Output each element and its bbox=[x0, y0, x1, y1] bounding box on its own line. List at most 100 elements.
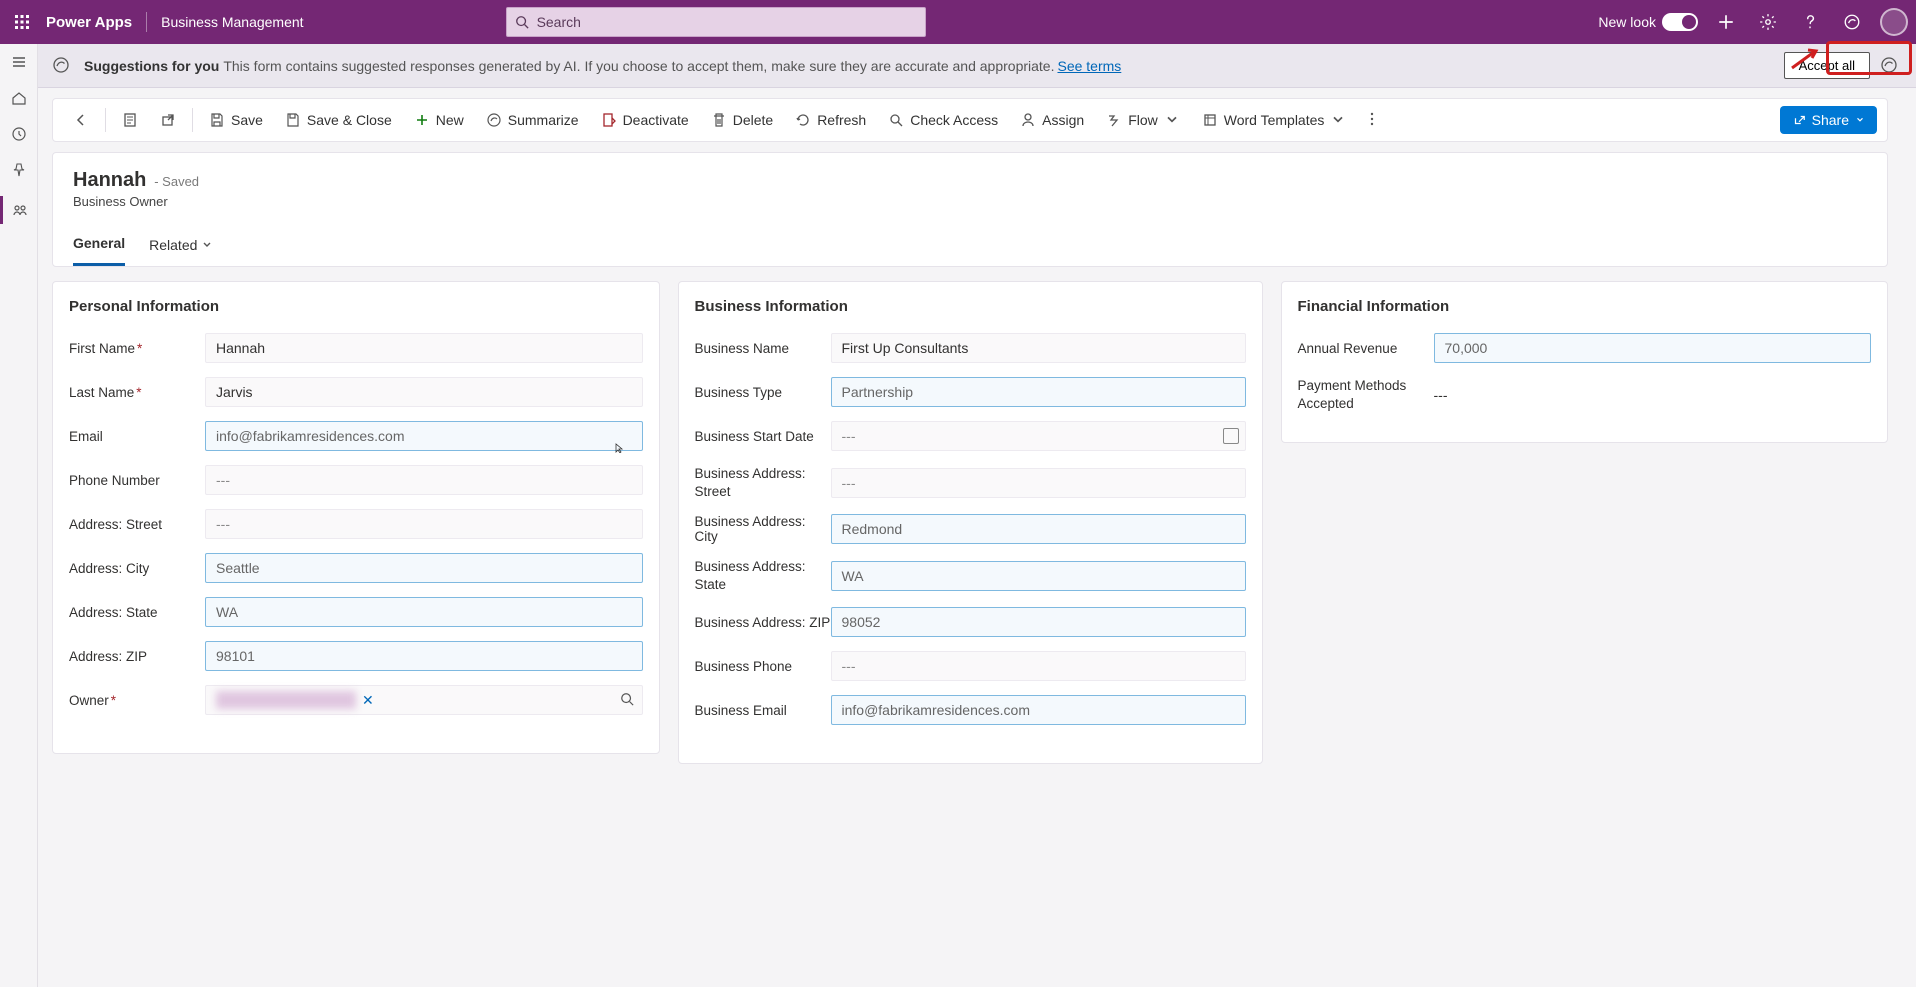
biz-state-label: Business Address: State bbox=[695, 558, 831, 593]
top-app-bar: Power Apps Business Management Search Ne… bbox=[0, 0, 1916, 44]
new-look-label: New look bbox=[1598, 14, 1656, 30]
back-button[interactable] bbox=[63, 106, 99, 134]
revenue-field[interactable]: 70,000 bbox=[1434, 333, 1872, 363]
help-icon[interactable] bbox=[1796, 8, 1824, 36]
chevron-down-icon bbox=[1855, 115, 1865, 125]
record-header: Hannah - Saved Business Owner General Re… bbox=[52, 152, 1888, 267]
biz-street-field[interactable]: --- bbox=[831, 468, 1246, 498]
owner-label: Owner* bbox=[69, 693, 205, 708]
chevron-down-icon bbox=[1164, 112, 1180, 128]
suggestions-heading: Suggestions for you bbox=[84, 58, 219, 74]
personal-heading: Personal Information bbox=[69, 298, 643, 315]
biz-name-label: Business Name bbox=[695, 341, 831, 356]
delete-button[interactable]: Delete bbox=[701, 106, 783, 134]
app-launcher-icon[interactable] bbox=[8, 8, 36, 36]
global-search-input[interactable]: Search bbox=[506, 7, 926, 37]
pin-icon[interactable] bbox=[9, 160, 29, 180]
biz-start-field[interactable]: --- bbox=[831, 421, 1246, 451]
lookup-search-icon[interactable] bbox=[620, 692, 634, 709]
zip-field[interactable]: 98101 bbox=[205, 641, 643, 671]
suggestions-body: This form contains suggested responses g… bbox=[223, 58, 1054, 74]
deactivate-label: Deactivate bbox=[623, 112, 689, 128]
copilot-side-icon[interactable] bbox=[1880, 56, 1900, 76]
last-name-field[interactable]: Jarvis bbox=[205, 377, 643, 407]
open-new-window-button[interactable] bbox=[150, 106, 186, 134]
biz-state-field[interactable]: WA bbox=[831, 561, 1246, 591]
check-access-button[interactable]: Check Access bbox=[878, 106, 1008, 134]
save-close-button[interactable]: Save & Close bbox=[275, 106, 402, 134]
home-icon[interactable] bbox=[9, 88, 29, 108]
user-avatar[interactable] bbox=[1880, 8, 1908, 36]
search-placeholder: Search bbox=[537, 14, 581, 30]
state-field[interactable]: WA bbox=[205, 597, 643, 627]
biz-email-label: Business Email bbox=[695, 703, 831, 718]
financial-heading: Financial Information bbox=[1298, 298, 1872, 315]
flow-button[interactable]: Flow bbox=[1096, 106, 1190, 134]
street-field[interactable]: --- bbox=[205, 509, 643, 539]
biz-start-label: Business Start Date bbox=[695, 429, 831, 444]
app-sub-name: Business Management bbox=[161, 14, 303, 30]
flow-label: Flow bbox=[1128, 112, 1158, 128]
payment-value[interactable]: --- bbox=[1434, 387, 1872, 403]
email-label: Email bbox=[69, 429, 205, 444]
hamburger-icon[interactable] bbox=[9, 52, 29, 72]
share-button[interactable]: Share bbox=[1780, 106, 1877, 134]
save-close-label: Save & Close bbox=[307, 112, 392, 128]
form-selector-button[interactable] bbox=[112, 106, 148, 134]
command-bar: Save Save & Close New Summarize Deactiva… bbox=[52, 98, 1888, 142]
street-label: Address: Street bbox=[69, 517, 205, 532]
accept-all-button[interactable]: Accept all bbox=[1784, 52, 1870, 79]
gear-icon[interactable] bbox=[1754, 8, 1782, 36]
refresh-button[interactable]: Refresh bbox=[785, 106, 876, 134]
word-templates-button[interactable]: Word Templates bbox=[1192, 106, 1357, 134]
new-look-toggle[interactable]: New look bbox=[1598, 13, 1698, 31]
app-separator bbox=[146, 12, 147, 32]
summarize-label: Summarize bbox=[508, 112, 579, 128]
clock-icon[interactable] bbox=[9, 124, 29, 144]
delete-label: Delete bbox=[733, 112, 773, 128]
see-terms-link[interactable]: See terms bbox=[1057, 58, 1121, 74]
save-label: Save bbox=[231, 112, 263, 128]
new-button[interactable]: New bbox=[404, 106, 474, 134]
biz-phone-label: Business Phone bbox=[695, 659, 831, 674]
plus-icon[interactable] bbox=[1712, 8, 1740, 36]
record-title: Hannah bbox=[73, 169, 146, 192]
biz-phone-field[interactable]: --- bbox=[831, 651, 1246, 681]
tab-related[interactable]: Related bbox=[149, 227, 213, 266]
assign-label: Assign bbox=[1042, 112, 1084, 128]
deactivate-button[interactable]: Deactivate bbox=[591, 106, 699, 134]
email-field[interactable]: info@fabrikamresidences.com bbox=[205, 421, 643, 451]
copilot-icon[interactable] bbox=[1838, 8, 1866, 36]
calendar-icon[interactable] bbox=[1223, 428, 1239, 444]
biz-street-label: Business Address: Street bbox=[695, 465, 831, 500]
chevron-down-icon bbox=[1330, 112, 1346, 128]
record-subtitle: Business Owner bbox=[73, 194, 1867, 209]
check-access-label: Check Access bbox=[910, 112, 998, 128]
first-name-label: First Name* bbox=[69, 341, 205, 356]
more-commands-button[interactable] bbox=[1358, 105, 1386, 136]
save-button[interactable]: Save bbox=[199, 106, 273, 134]
remove-owner-icon[interactable]: ✕ bbox=[362, 692, 374, 709]
zip-label: Address: ZIP bbox=[69, 649, 205, 664]
assign-button[interactable]: Assign bbox=[1010, 106, 1094, 134]
cursor-icon bbox=[615, 443, 625, 453]
tab-general[interactable]: General bbox=[73, 227, 125, 266]
owner-lookup-field[interactable]: ✕ bbox=[205, 685, 643, 715]
city-field[interactable]: Seattle bbox=[205, 553, 643, 583]
word-templates-label: Word Templates bbox=[1224, 112, 1325, 128]
chevron-down-icon bbox=[201, 239, 213, 251]
phone-field[interactable]: --- bbox=[205, 465, 643, 495]
new-label: New bbox=[436, 112, 464, 128]
toggle-on-icon[interactable] bbox=[1662, 13, 1698, 31]
biz-email-field[interactable]: info@fabrikamresidences.com bbox=[831, 695, 1246, 725]
first-name-field[interactable]: Hannah bbox=[205, 333, 643, 363]
people-icon[interactable] bbox=[10, 200, 30, 220]
biz-city-field[interactable]: Redmond bbox=[831, 514, 1246, 544]
left-nav-rail bbox=[0, 44, 38, 987]
summarize-button[interactable]: Summarize bbox=[476, 106, 589, 134]
biz-zip-field[interactable]: 98052 bbox=[831, 607, 1246, 637]
biz-name-field[interactable]: First Up Consultants bbox=[831, 333, 1246, 363]
biz-city-label: Business Address: City bbox=[695, 514, 831, 544]
biz-type-field[interactable]: Partnership bbox=[831, 377, 1246, 407]
city-label: Address: City bbox=[69, 561, 205, 576]
